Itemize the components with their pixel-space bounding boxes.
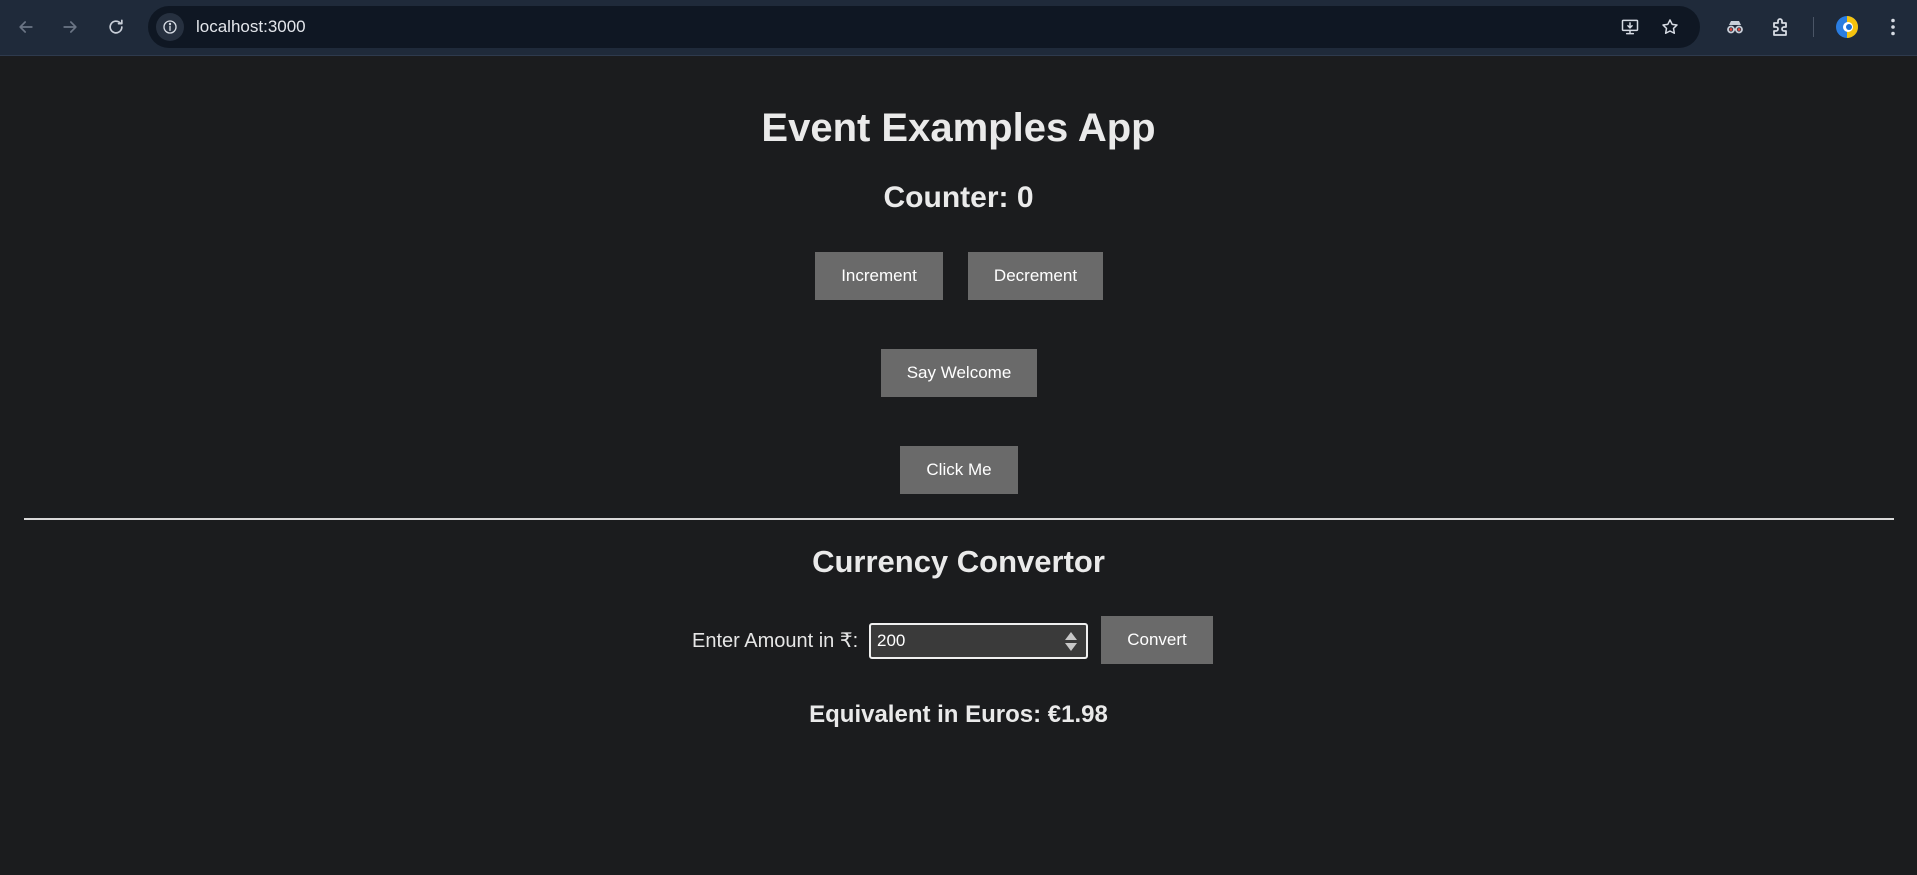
spin-up-icon[interactable] — [1065, 631, 1077, 640]
spin-down-icon[interactable] — [1065, 642, 1077, 651]
browser-menu-button[interactable] — [1878, 12, 1908, 42]
arrow-right-icon — [63, 21, 77, 33]
info-icon — [163, 20, 177, 34]
toolbar-separator — [1813, 17, 1814, 37]
address-bar[interactable]: localhost:3000 — [148, 6, 1700, 48]
reload-button[interactable] — [99, 10, 133, 44]
profile-avatar-icon — [1836, 16, 1858, 38]
page-content: Event Examples App Counter: 0 Increment … — [0, 56, 1917, 875]
site-info-button[interactable] — [156, 13, 184, 41]
incognito-extension-button[interactable] — [1720, 12, 1750, 42]
reload-icon — [109, 19, 123, 34]
arrow-left-icon — [19, 21, 33, 33]
amount-input[interactable] — [869, 623, 1088, 659]
amount-label: Enter Amount in ₹: — [692, 630, 859, 652]
back-button[interactable] — [9, 10, 43, 44]
conversion-result: Equivalent in Euros: €1.98 — [809, 701, 1108, 728]
section-divider — [24, 518, 1894, 520]
url-text[interactable]: localhost:3000 — [196, 17, 306, 37]
convert-button[interactable]: Convert — [1101, 616, 1213, 664]
profile-avatar-button[interactable] — [1832, 12, 1862, 42]
puzzle-icon — [1773, 18, 1787, 36]
more-vertical-icon — [1891, 18, 1895, 36]
spy-glasses-icon — [1727, 21, 1743, 34]
decrement-button[interactable]: Decrement — [968, 252, 1103, 300]
star-icon — [1662, 19, 1678, 34]
extensions-button[interactable] — [1766, 12, 1796, 42]
forward-button[interactable] — [53, 10, 87, 44]
currency-section-title: Currency Convertor — [812, 544, 1105, 579]
browser-toolbar: localhost:3000 — [0, 0, 1917, 56]
bookmark-button[interactable] — [1658, 15, 1682, 39]
say-welcome-button[interactable]: Say Welcome — [881, 349, 1037, 397]
install-icon — [1621, 19, 1639, 35]
app-title: Event Examples App — [761, 106, 1156, 150]
click-me-button[interactable]: Click Me — [900, 446, 1018, 494]
counter-display: Counter: 0 — [883, 181, 1034, 214]
amount-spinner[interactable] — [1063, 627, 1079, 655]
install-app-button[interactable] — [1618, 15, 1642, 39]
increment-button[interactable]: Increment — [815, 252, 943, 300]
